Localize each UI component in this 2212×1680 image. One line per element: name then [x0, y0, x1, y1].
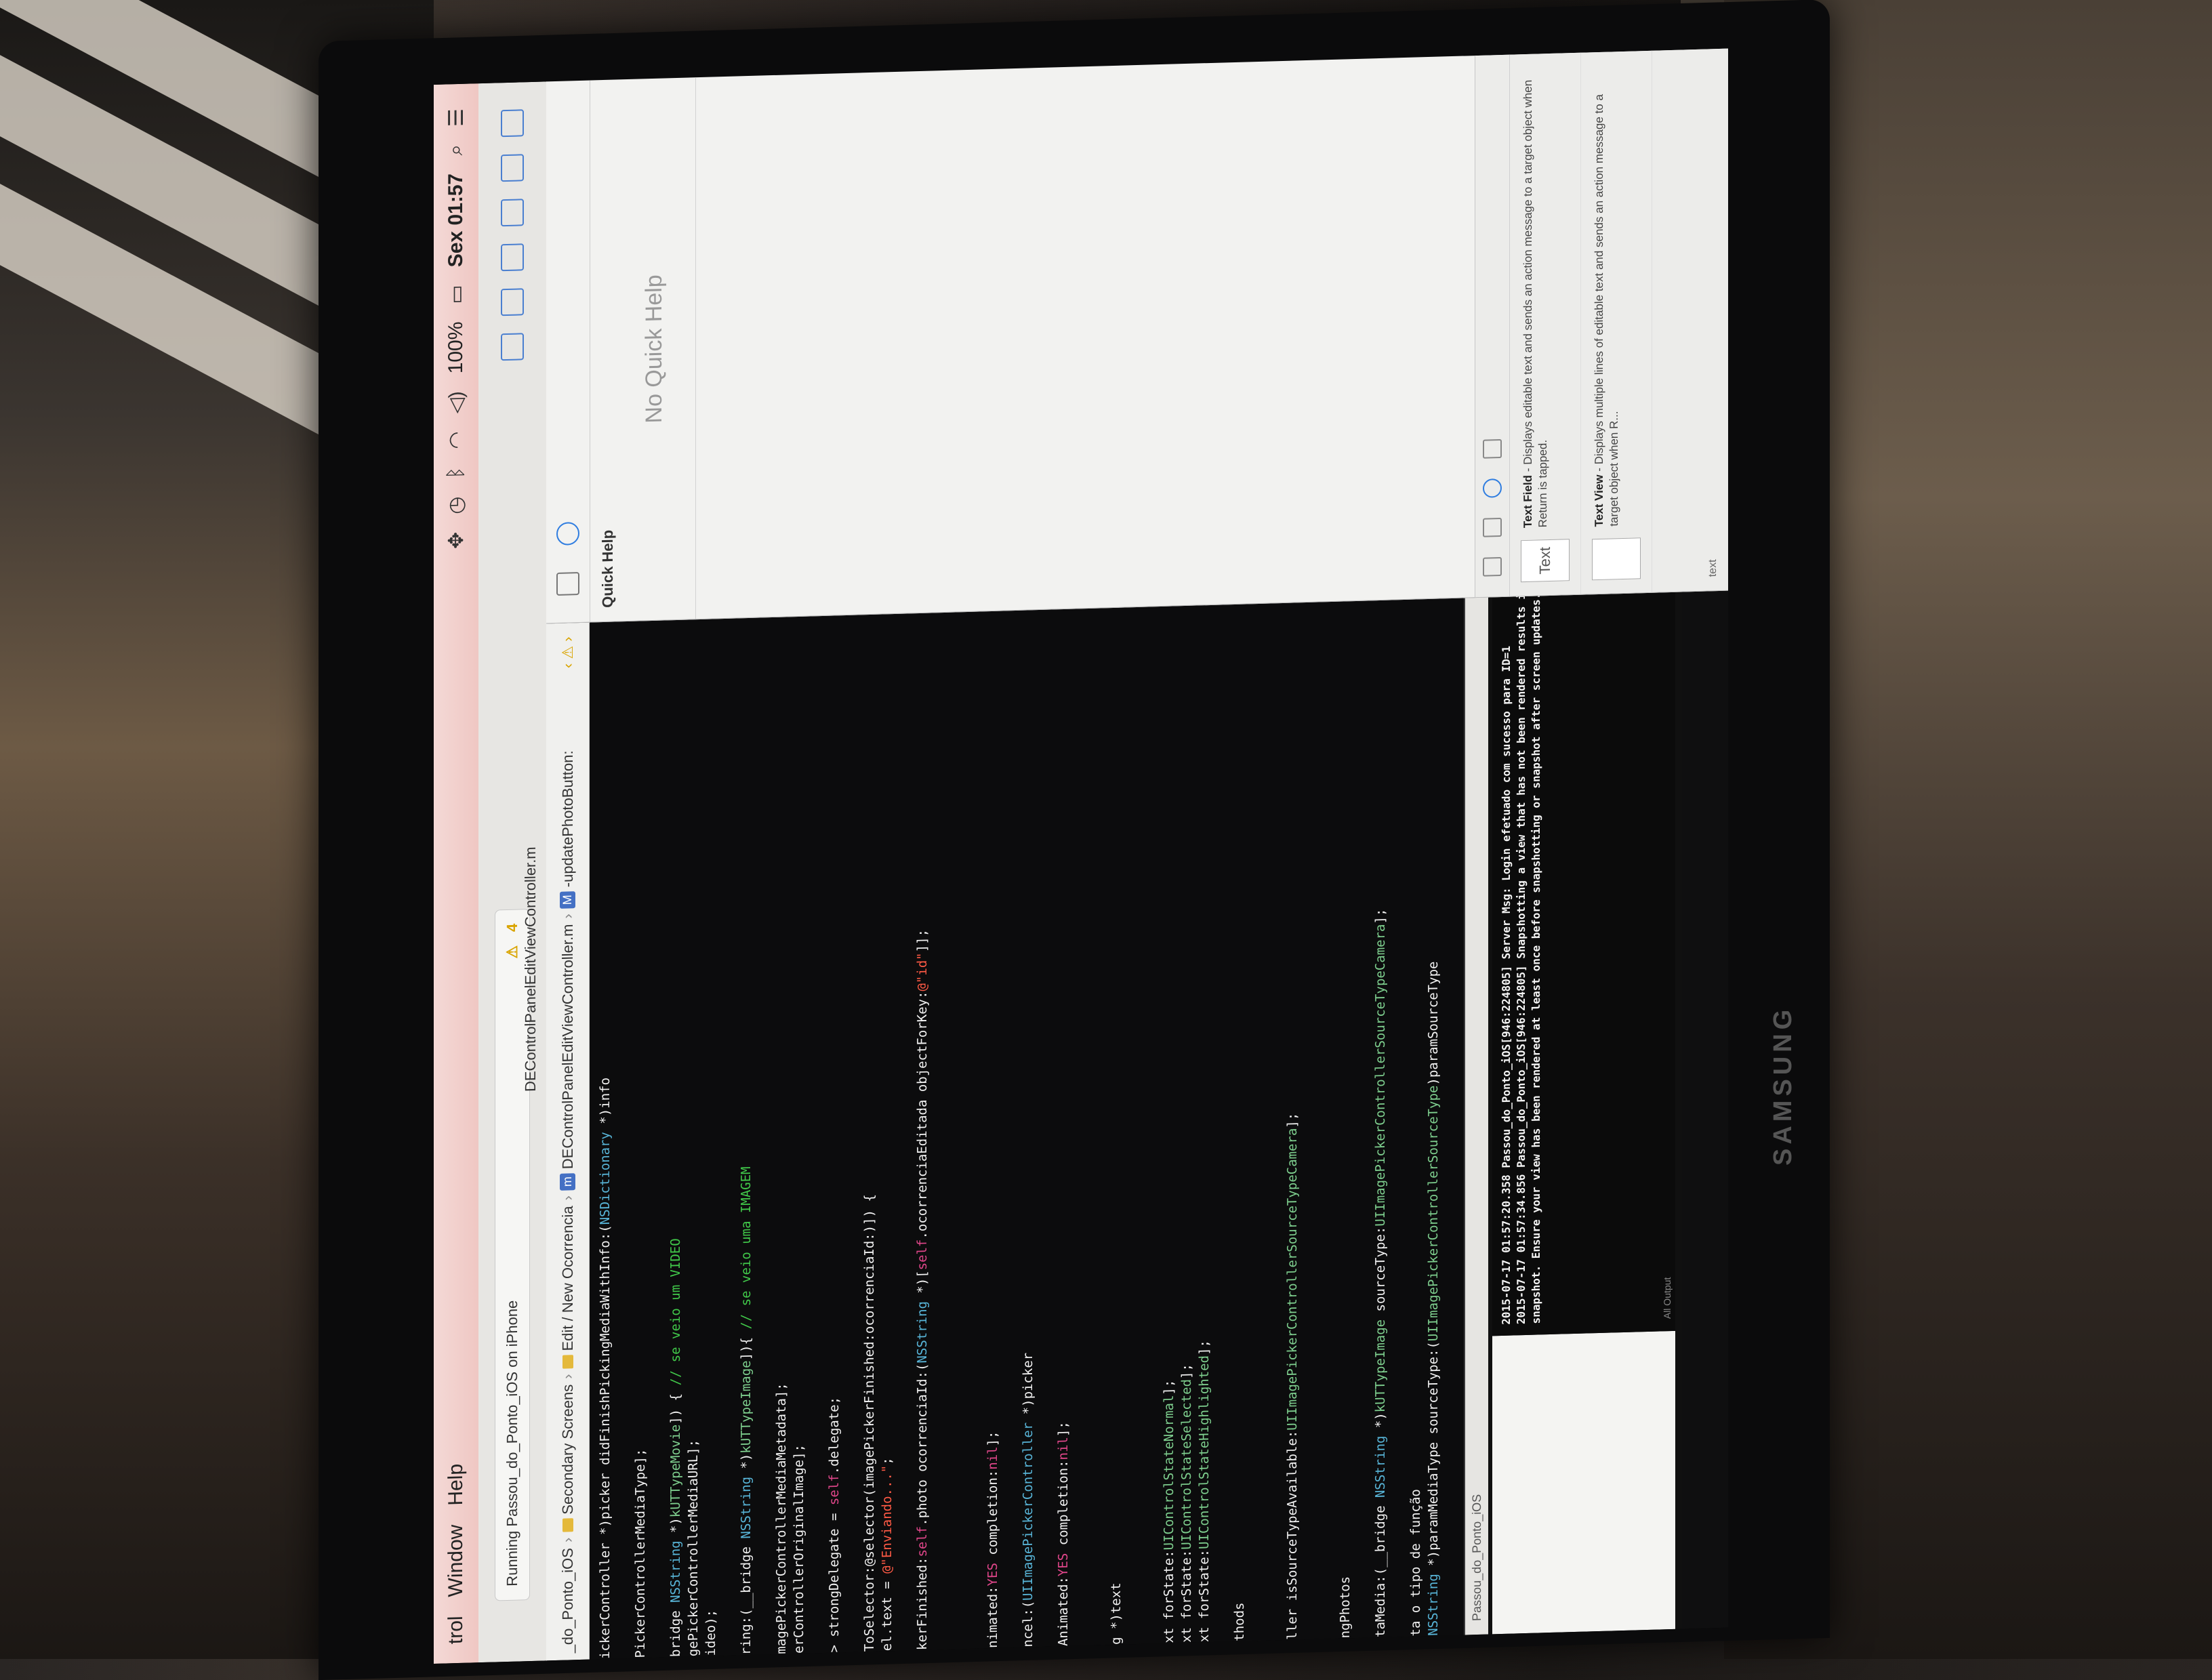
code-line[interactable]: ring:(__bridge NSString *)kUTTypeImage])… [737, 1166, 755, 1655]
monitor-brand: SAMSUNG [1769, 1005, 1797, 1166]
menu-item-control[interactable]: trol [445, 1616, 468, 1645]
library-item[interactable]: Text Text Field - Displays editable text… [1510, 52, 1581, 596]
bluetooth-icon[interactable]: ᛒ [445, 466, 468, 479]
jumpbar-item-method[interactable]: -updatePhotoButton: [559, 750, 577, 888]
spotlight-search-icon[interactable]: ⌕ [445, 144, 468, 157]
code-line[interactable]: xt forState:UIControlStateSelected]; [1178, 1364, 1195, 1643]
monitor-screen: trol Window Help ✥ ◷ ᛒ ◠ ◁) 100% ▭ Sex 0… [434, 48, 1728, 1664]
menubar-clock[interactable]: Sex 01:57 [445, 173, 468, 267]
battery-icon[interactable]: ▭ [445, 285, 468, 304]
folder-icon [562, 1355, 573, 1369]
code-line[interactable]: xt forState:UIControlStateHighlighted]; [1195, 1340, 1213, 1643]
code-line[interactable]: kerFinished:self.photo ocorrenciaId:(NSS… [914, 929, 931, 1651]
code-line[interactable]: NSString *)paramMediaType sourceType:(UI… [1425, 961, 1442, 1636]
jumpbar-item-file[interactable]: DEControlPanelEditViewController.m [559, 924, 577, 1169]
code-line[interactable]: g *)text [1107, 1582, 1125, 1645]
code-line[interactable]: thods [1231, 1602, 1248, 1641]
object-library-icon[interactable] [1483, 478, 1502, 498]
debug-target-label[interactable]: Passou_do_Ponto_iOS [1470, 1494, 1484, 1622]
notification-center-icon[interactable]: ☰ [445, 108, 468, 127]
code-line[interactable]: gePickerControllerMediaURL]; [684, 1439, 702, 1657]
inspector-tabs [546, 79, 590, 623]
debug-area: Passou_do_Ponto_iOS 2015-07-17 01:57:20.… [1464, 527, 1682, 1635]
divider [695, 77, 696, 619]
library-item-desc: - Displays editable text and sends an ac… [1521, 79, 1549, 528]
folder-icon [562, 1518, 573, 1533]
object-library: Text Text Field - Displays editable text… [1475, 48, 1728, 598]
run-status-text: Running Passou_do_Ponto_iOS on iPhone [504, 1300, 520, 1587]
chevron-right-icon: › [558, 1195, 576, 1201]
code-line[interactable]: ideo); [702, 1610, 720, 1656]
library-filter-field[interactable]: text [1707, 559, 1719, 577]
toggle-utilities-icon[interactable] [501, 109, 524, 138]
code-line[interactable]: ToSelector:@selector(imagePickerFinished… [861, 1194, 878, 1652]
code-line[interactable]: el.text = @"Enviando..."; [878, 1457, 896, 1652]
objc-file-icon: m [560, 1172, 575, 1191]
jumpbar-item-project[interactable]: _do_Ponto_iOS [559, 1548, 577, 1654]
variables-view[interactable] [1492, 1330, 1675, 1635]
console-output[interactable]: 2015-07-17 01:57:20.358 Passou_do_Ponto_… [1492, 527, 1675, 1336]
code-line[interactable]: ller isSourceTypeAvailable:UIImagePicker… [1284, 1112, 1301, 1640]
output-filter[interactable]: All Output [1662, 1277, 1673, 1319]
quick-help-icon[interactable] [556, 521, 579, 546]
toggle-debug-area-icon[interactable] [501, 154, 524, 182]
method-icon: M [560, 890, 575, 909]
code-snippet-icon[interactable] [1483, 517, 1502, 537]
menu-bar: trol Window Help ✥ ◷ ᛒ ◠ ◁) 100% ▭ Sex 0… [434, 83, 478, 1664]
window-file-title: DEControlPanelEditViewController.m [522, 846, 539, 1092]
warning-count[interactable]: 4 [504, 923, 521, 932]
time-machine-icon[interactable]: ◷ [445, 496, 468, 514]
library-item-desc: - Displays multiple lines of editable te… [1593, 94, 1620, 527]
code-line[interactable]: erControllerOriginalImage]; [790, 1444, 808, 1654]
code-line[interactable]: ickerController *)picker didFinishPickin… [596, 1078, 614, 1660]
code-line[interactable]: ngPhotos [1336, 1576, 1354, 1639]
code-line[interactable]: bridge NSString *)kUTTypeMovie]) { // se… [667, 1238, 684, 1657]
menu-item-window[interactable]: Window [445, 1524, 468, 1597]
xcode-window: trol Window Help ✥ ◷ ᛒ ◠ ◁) 100% ▭ Sex 0… [434, 48, 1728, 1664]
code-line[interactable]: magePickerControllerMediaMetadata]; [773, 1382, 790, 1654]
library-item-name: Text View [1593, 474, 1605, 527]
issue-navigation-icon[interactable]: ‹ ⚠ › [559, 636, 577, 668]
dropbox-icon[interactable]: ✥ [445, 531, 468, 549]
file-inspector-icon[interactable] [556, 571, 579, 596]
code-line[interactable]: nimated:YES completion:nil]; [984, 1431, 1002, 1648]
media-library-icon[interactable] [1483, 438, 1502, 459]
jumpbar-item-group[interactable]: Secondary Screens [559, 1384, 577, 1515]
code-line[interactable]: taMedia:(__bridge NSString *)kUTTypeImag… [1372, 908, 1389, 1637]
source-editor[interactable]: ickerController *)picker didFinishPickin… [590, 598, 1464, 1660]
library-item-thumb: Text [1521, 539, 1570, 583]
quick-help-title: Quick Help [599, 529, 616, 609]
chevron-right-icon: › [558, 913, 576, 920]
volume-icon[interactable]: ◁) [445, 391, 468, 414]
code-line[interactable]: Animated:YES completion:nil]; [1054, 1421, 1072, 1647]
debug-bar: Passou_do_Ponto_iOS [1465, 597, 1488, 1635]
library-item-thumb [1592, 537, 1641, 581]
library-item-name: Text Field [1521, 474, 1534, 529]
quick-help-empty: No Quick Help [641, 274, 667, 424]
code-line[interactable]: xt forState:UIControlStateNormal]; [1160, 1379, 1178, 1643]
console-line: 2015-07-17 01:57:34.856 Passou_do_Ponto_… [1515, 527, 1528, 1325]
code-line[interactable]: PickerControllerMediaType]; [632, 1448, 649, 1658]
chevron-right-icon: › [558, 1374, 576, 1380]
wifi-icon[interactable]: ◠ [445, 431, 468, 449]
code-line[interactable]: ta o tipo de função [1407, 1489, 1425, 1637]
console-line: 2015-07-17 01:57:20.358 Passou_do_Ponto_… [1500, 645, 1513, 1326]
chevron-right-icon: › [558, 1537, 576, 1543]
file-template-icon[interactable] [1483, 556, 1502, 577]
toggle-navigator-icon[interactable] [501, 199, 524, 227]
code-line[interactable]: > strongDelegate = self.delegate; [825, 1397, 843, 1653]
version-editor-icon[interactable] [501, 243, 524, 272]
battery-percent: 100% [445, 321, 467, 374]
library-item[interactable]: Text View - Displays multiple lines of e… [1581, 49, 1652, 594]
code-line[interactable]: ncel:(UIImagePickerController *)picker [1019, 1352, 1037, 1647]
jump-bar: _do_Ponto_iOS › Secondary Screens › Edit… [546, 622, 590, 1661]
warning-icon[interactable]: ⚠ [504, 945, 521, 959]
assistant-editor-icon[interactable] [501, 288, 524, 316]
console-line: snapshot. Ensure your view has been rend… [1530, 592, 1542, 1324]
jumpbar-item-subgroup[interactable]: Edit / New Ocorrencia [559, 1206, 577, 1351]
menu-item-help[interactable]: Help [445, 1464, 468, 1507]
utilities-panel: Quick Help No Quick Help Text Text Field… [546, 48, 1728, 624]
library-tabs [1475, 54, 1510, 598]
standard-editor-icon[interactable] [501, 333, 524, 361]
